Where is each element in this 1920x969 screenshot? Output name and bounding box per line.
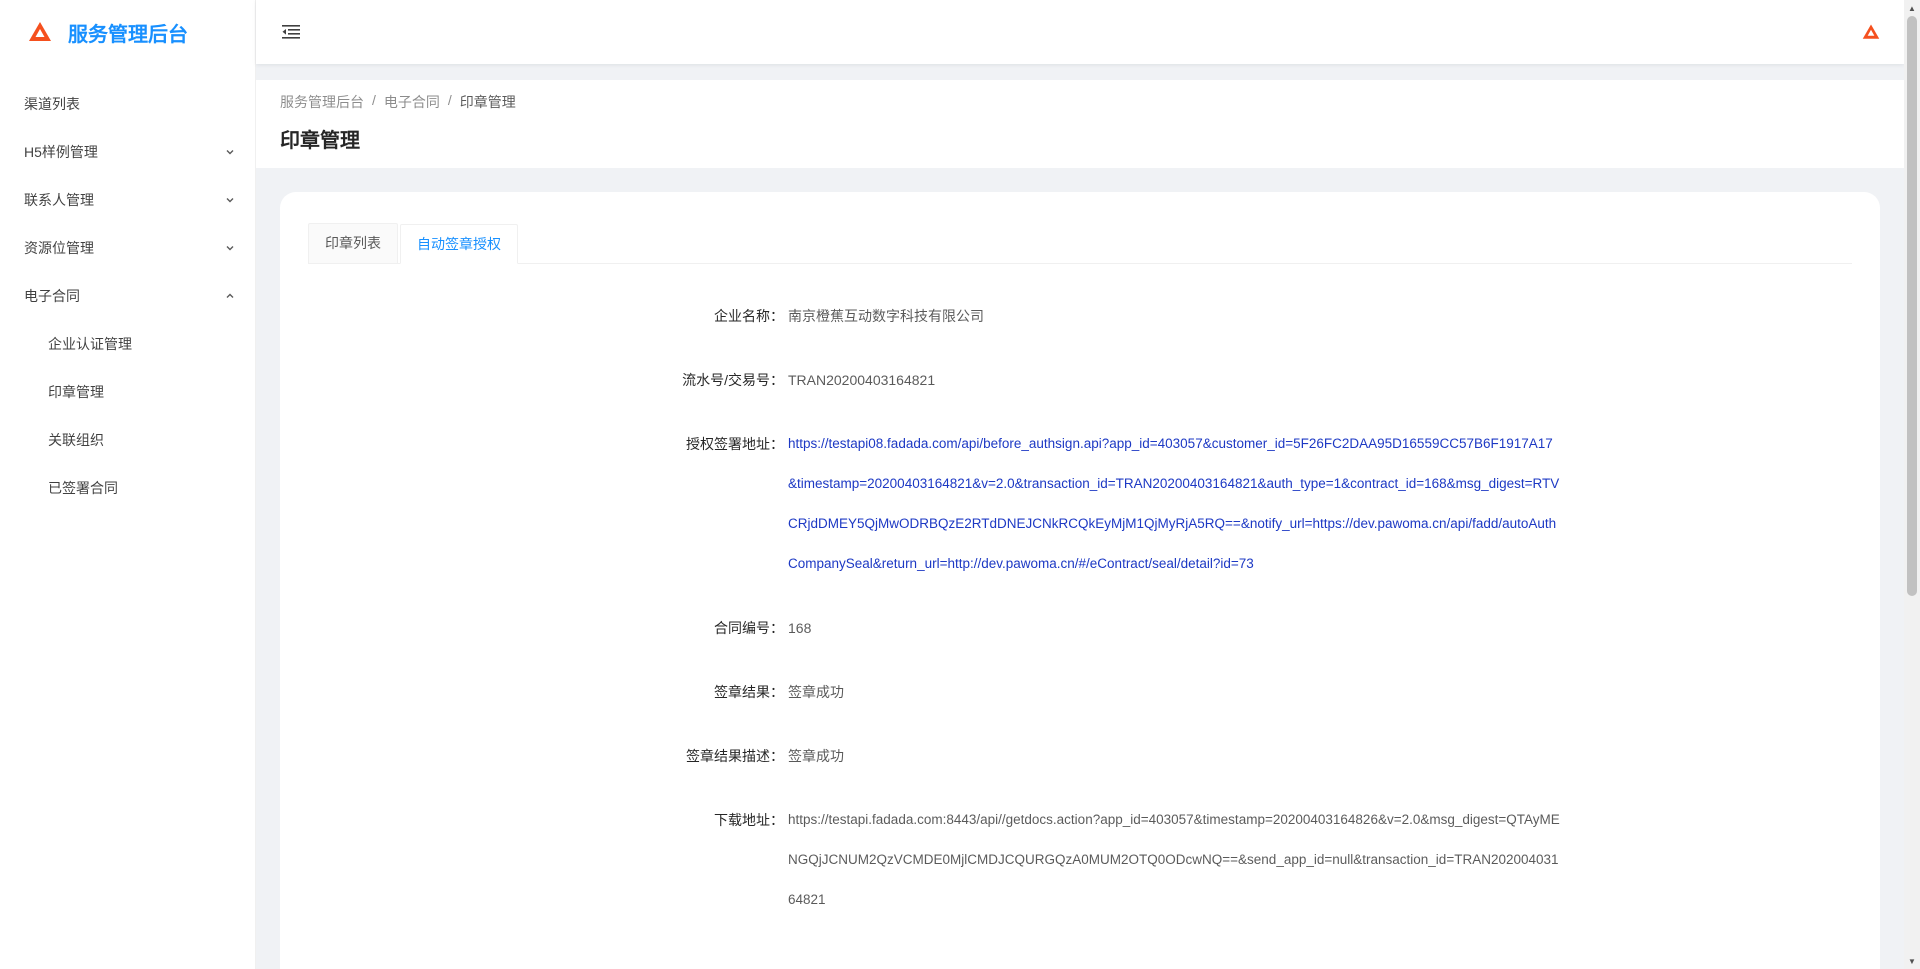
chevron-down-icon xyxy=(225,243,235,253)
detail-value: 签章成功 xyxy=(788,748,844,764)
sidebar-item-label: 渠道列表 xyxy=(24,96,80,112)
app-title: 服务管理后台 xyxy=(68,23,188,46)
chevron-down-icon xyxy=(225,195,235,205)
detail-label: 合同编号： xyxy=(714,620,784,636)
sidebar-subitem-related-orgs[interactable]: 关联组织 xyxy=(0,416,255,464)
sidebar-subitem-signed-contracts[interactable]: 已签署合同 xyxy=(0,464,255,512)
breadcrumb-current: 印章管理 xyxy=(459,94,516,110)
detail-row-sign-result-desc: 签章结果描述： 签章成功 xyxy=(308,736,1852,776)
sidebar-item-label: 联系人管理 xyxy=(24,192,94,208)
detail-label: 签章结果描述： xyxy=(686,748,784,764)
scroll-down-icon[interactable]: ▼ xyxy=(1904,953,1920,969)
sidebar-item-contacts[interactable]: 联系人管理 xyxy=(0,176,255,224)
detail-value: 168 xyxy=(788,620,812,636)
auth-sign-url-link[interactable]: https://testapi08.fadada.com/api/before_… xyxy=(788,424,1560,584)
sidebar-item-resources[interactable]: 资源位管理 xyxy=(0,224,255,272)
sidebar-item-label: 已签署合同 xyxy=(48,480,118,496)
tab-auto-sign-auth[interactable]: 自动签章授权 xyxy=(400,224,518,264)
sidebar-menu: 渠道列表 H5样例管理 联系人管理 资源位管理 电子合同 企业认证管理 印章管理… xyxy=(0,80,255,512)
breadcrumb-separator: / xyxy=(447,92,452,108)
sidebar-item-label: 印章管理 xyxy=(48,384,104,400)
detail-row-sign-result: 签章结果： 签章成功 xyxy=(308,672,1852,712)
detail-row-contract-id: 合同编号： 168 xyxy=(308,608,1852,648)
sidebar-item-label: 资源位管理 xyxy=(24,240,94,256)
detail-descriptions: 企业名称： 南京橙蕉互动数字科技有限公司 流水号/交易号： TRAN202004… xyxy=(308,296,1852,920)
sidebar-item-channels[interactable]: 渠道列表 xyxy=(0,80,255,128)
sidebar-item-label: H5样例管理 xyxy=(24,144,98,160)
detail-value: TRAN20200403164821 xyxy=(788,372,936,388)
breadcrumb: 服务管理后台 / 电子合同 / 印章管理 xyxy=(280,92,1880,112)
tab-seal-list[interactable]: 印章列表 xyxy=(308,223,398,263)
chevron-up-icon xyxy=(225,291,235,301)
content-card: 印章列表 自动签章授权 企业名称： 南京橙蕉互动数字科技有限公司 流水号/交易号… xyxy=(280,192,1880,969)
breadcrumb-root[interactable]: 服务管理后台 xyxy=(280,92,364,112)
detail-label: 下载地址： xyxy=(714,812,784,828)
breadcrumb-parent[interactable]: 电子合同 xyxy=(384,92,440,112)
menu-fold-icon[interactable] xyxy=(280,21,302,43)
detail-row-company: 企业名称： 南京橙蕉互动数字科技有限公司 xyxy=(308,296,1852,336)
scroll-up-icon[interactable]: ▲ xyxy=(1904,0,1920,16)
sidebar-item-label: 关联组织 xyxy=(48,432,104,448)
user-avatar-logo-icon[interactable] xyxy=(1862,23,1880,41)
logo-area[interactable]: 服务管理后台 xyxy=(0,0,255,64)
sidebar-subitem-enterprise-auth[interactable]: 企业认证管理 xyxy=(0,320,255,368)
top-header xyxy=(256,0,1904,64)
detail-value: 签章成功 xyxy=(788,684,844,700)
sidebar-item-h5-samples[interactable]: H5样例管理 xyxy=(0,128,255,176)
detail-label: 流水号/交易号： xyxy=(682,372,784,388)
page-scrollbar[interactable]: ▲ ▼ xyxy=(1904,0,1920,969)
sidebar-subitem-seal-management[interactable]: 印章管理 xyxy=(0,368,255,416)
page-header: 服务管理后台 / 电子合同 / 印章管理 印章管理 xyxy=(256,80,1904,168)
logo-icon xyxy=(29,22,51,41)
detail-row-download-url: 下载地址： https://testapi.fadada.com:8443/ap… xyxy=(308,800,1852,920)
detail-row-transaction: 流水号/交易号： TRAN20200403164821 xyxy=(308,360,1852,400)
sidebar: 服务管理后台 渠道列表 H5样例管理 联系人管理 资源位管理 电子合同 企业认证… xyxy=(0,0,256,969)
page-title: 印章管理 xyxy=(280,130,360,152)
detail-value: 南京橙蕉互动数字科技有限公司 xyxy=(788,308,984,324)
chevron-down-icon xyxy=(225,147,235,157)
detail-row-auth-url: 授权签署地址： https://testapi08.fadada.com/api… xyxy=(308,424,1852,584)
detail-value: https://testapi.fadada.com:8443/api//get… xyxy=(788,812,1560,907)
detail-label: 签章结果： xyxy=(714,684,784,700)
breadcrumb-separator: / xyxy=(372,92,376,108)
scrollbar-thumb[interactable] xyxy=(1907,16,1917,596)
detail-label: 企业名称： xyxy=(714,308,784,324)
sidebar-item-label: 企业认证管理 xyxy=(48,336,132,352)
tab-bar: 印章列表 自动签章授权 xyxy=(308,223,1852,264)
sidebar-item-econtract[interactable]: 电子合同 xyxy=(0,272,255,320)
detail-label: 授权签署地址： xyxy=(686,436,784,452)
sidebar-item-label: 电子合同 xyxy=(24,288,80,304)
